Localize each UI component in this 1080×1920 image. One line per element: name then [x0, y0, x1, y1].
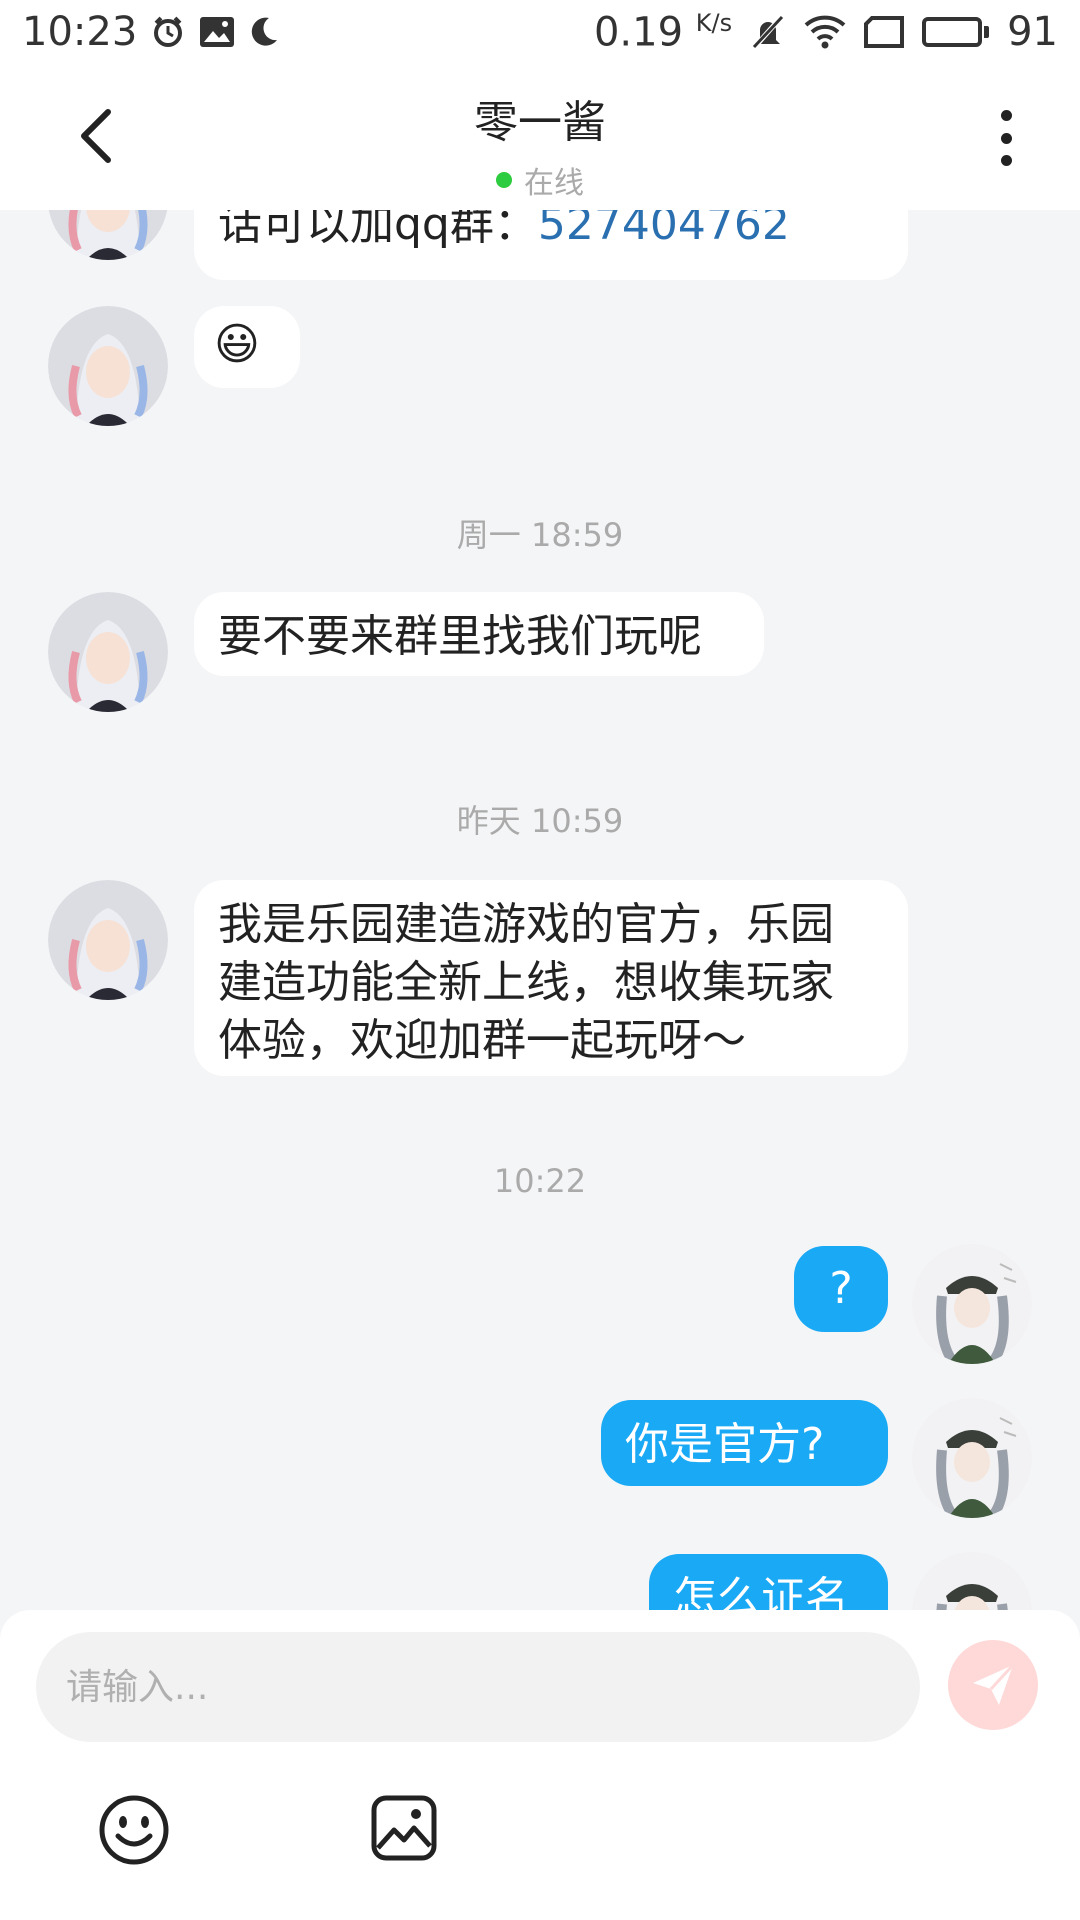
emoji-button[interactable] [98, 1794, 170, 1866]
battery-icon [922, 16, 990, 47]
message-bubble[interactable]: 话可以加qq群：527404762 [194, 210, 908, 280]
more-options-button[interactable] [994, 110, 1018, 166]
sim-icon [864, 15, 905, 48]
wifi-icon [804, 15, 846, 49]
message-bubble[interactable]: 怎么证名 [649, 1554, 888, 1610]
battery-percent: 91 [1007, 8, 1058, 55]
clock: 10:23 [22, 9, 138, 55]
alarm-icon [154, 16, 183, 47]
message-timestamp: 昨天 10:59 [456, 802, 624, 840]
send-button[interactable] [948, 1640, 1038, 1730]
network-speed: 0.19 K/s [593, 8, 733, 56]
contact-avatar[interactable] [48, 210, 168, 260]
status-bar: 10:23 0.19 K/s 91 [0, 0, 1080, 64]
smile-emoji-icon: 😃 [214, 319, 260, 370]
send-icon [973, 1663, 1015, 1705]
composer-bar [0, 1610, 1080, 1920]
image-icon [371, 1795, 437, 1861]
message-bubble[interactable]: ? [794, 1246, 888, 1332]
online-dot-icon [496, 172, 512, 188]
more-vertical-icon [1000, 110, 1012, 121]
message-bubble[interactable]: 要不要来群里找我们玩呢 [194, 592, 764, 676]
my-avatar[interactable] [912, 1552, 1032, 1610]
chat-screen: 10:23 0.19 K/s 91 零一酱 在线 话可以加qq群：5274047… [0, 0, 1080, 1920]
message-list[interactable]: 话可以加qq群：527404762 😃 周一 18:59 要不要来群里找我们玩呢… [0, 210, 1080, 1610]
contact-avatar[interactable] [48, 592, 168, 712]
contact-avatar[interactable] [48, 880, 168, 1000]
message-bubble[interactable]: 你是官方? [601, 1400, 888, 1486]
message-bubble[interactable]: 😃 [194, 306, 300, 388]
my-avatar[interactable] [912, 1244, 1032, 1364]
dnd-moon-icon [252, 17, 278, 46]
message-bubble[interactable]: 我是乐园建造游戏的官方，乐园 建造功能全新上线，想收集玩家 体验，欢迎加群一起玩… [194, 880, 908, 1076]
my-avatar[interactable] [912, 1398, 1032, 1518]
message-timestamp: 周一 18:59 [456, 516, 624, 554]
presence-status: 在线 [0, 158, 1080, 202]
emoji-icon [99, 1795, 169, 1865]
gallery-notification-icon [200, 17, 235, 47]
chat-header: 零一酱 在线 [0, 64, 1080, 210]
image-button[interactable] [370, 1794, 438, 1862]
qq-group-number-link[interactable]: 527404762 [538, 210, 790, 250]
message-timestamp: 10:22 [493, 1162, 587, 1200]
bell-muted-icon [752, 14, 784, 50]
message-input[interactable] [36, 1632, 920, 1742]
presence-label: 在线 [524, 166, 584, 201]
contact-avatar[interactable] [48, 306, 168, 426]
contact-name: 零一酱 [474, 97, 606, 148]
